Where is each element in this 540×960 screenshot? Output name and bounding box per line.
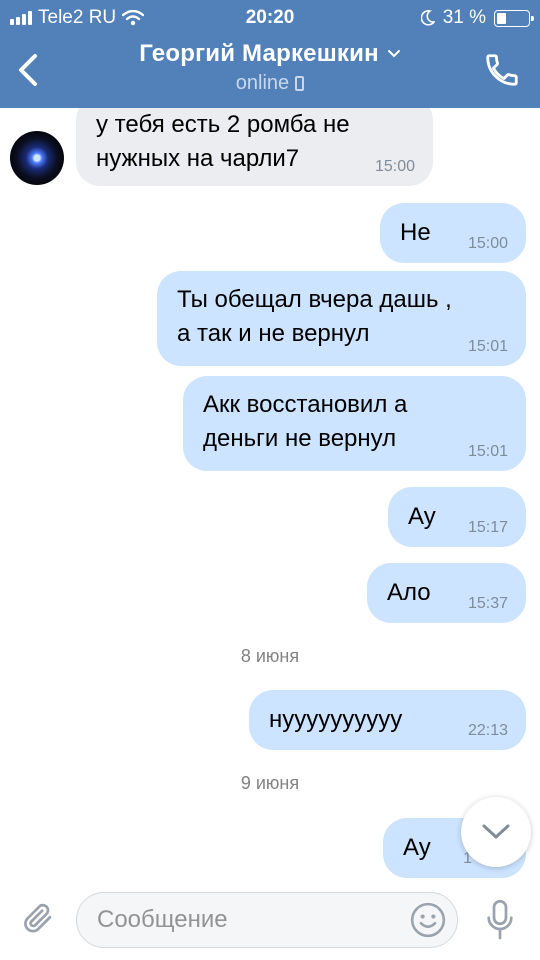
voice-button[interactable] [480, 898, 520, 942]
emoji-button[interactable] [408, 900, 448, 940]
moon-icon [420, 10, 435, 26]
message-text: Акк восстановил а деньги не вернул [203, 391, 408, 452]
message-list[interactable]: у тебя есть 2 ромба не нужных на чарли7 … [0, 108, 540, 880]
status-label: online [235, 72, 290, 94]
message-bubble[interactable]: у тебя есть 2 ромба не нужных на чарли7 … [76, 108, 433, 186]
message-text: Ты обещал вчера дашь , а так и не вернул [177, 286, 452, 347]
contact-name[interactable]: Георгий Маркешкин [139, 40, 401, 68]
chevron-down-icon [482, 824, 510, 839]
message-time: 22:13 [467, 722, 508, 739]
message-time: 15:00 [467, 235, 508, 252]
smile-icon [410, 902, 446, 938]
message-time: 15:17 [467, 519, 508, 536]
message-bubble[interactable]: Акк восстановил а деньги не вернул 15:01 [183, 376, 526, 471]
message-time: 15:00 [374, 158, 415, 175]
scroll-down-button[interactable] [461, 797, 531, 867]
contact-name-label: Георгий Маркешкин [139, 40, 379, 67]
attach-button[interactable] [18, 896, 58, 940]
avatar[interactable] [10, 131, 64, 185]
chevron-left-icon [19, 54, 37, 86]
microphone-icon [487, 899, 513, 940]
chevron-down-icon [387, 50, 400, 58]
status-right: 31 % [420, 7, 534, 29]
message-bubble[interactable]: Ау 15:17 [388, 487, 526, 547]
battery-icon [494, 9, 534, 27]
battery-level [497, 12, 506, 24]
phone-icon [486, 54, 518, 86]
message-input[interactable] [76, 892, 458, 948]
back-button[interactable] [8, 48, 48, 92]
message-text: у тебя есть 2 ромба не нужных на чарли7 [96, 111, 350, 172]
status-bar: Tele2 RU 20:20 31 % [0, 0, 540, 36]
chat-title[interactable]: Георгий Маркешкин online [70, 40, 470, 95]
date-separator: 9 июня [240, 773, 300, 793]
paperclip-icon [24, 903, 52, 933]
mobile-icon [295, 76, 305, 91]
date-separator: 8 июня [240, 646, 300, 666]
composer [0, 880, 540, 960]
call-button[interactable] [480, 48, 524, 92]
message-time: 15:37 [467, 595, 508, 612]
message-bubble[interactable]: Ало 15:37 [367, 563, 526, 623]
message-bubble[interactable]: Не 15:00 [380, 203, 526, 263]
battery-percent: 31 % [442, 7, 486, 28]
chat-header: Tele2 RU 20:20 31 % Георгий Маркешкин on… [0, 0, 540, 108]
message-time: 15:01 [467, 338, 508, 355]
message-bubble[interactable]: Ты обещал вчера дашь , а так и не вернул… [157, 271, 526, 366]
message-bubble[interactable]: нуууууууууу 22:13 [249, 690, 526, 750]
contact-status: online [235, 72, 305, 95]
message-time: 15:01 [467, 443, 508, 460]
